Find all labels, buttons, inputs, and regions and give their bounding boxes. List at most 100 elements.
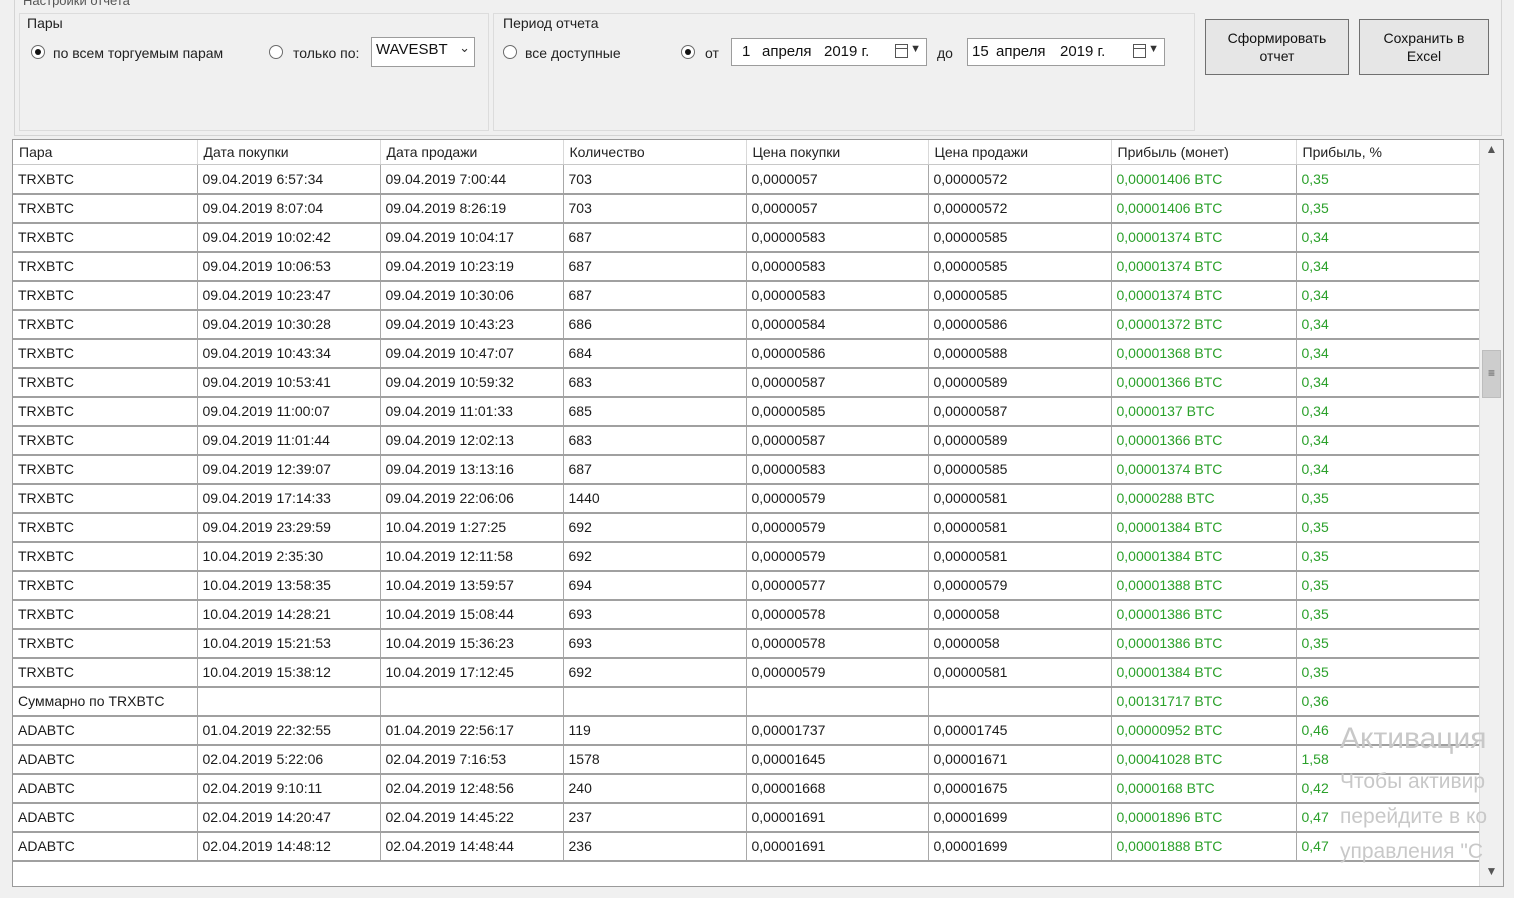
table-cell[interactable]: 0,00000572 <box>928 164 1112 195</box>
table-cell[interactable]: 0,00000588 <box>928 338 1112 369</box>
table-cell[interactable]: 0,00000587 <box>746 425 929 456</box>
table-cell[interactable]: 0,00000578 <box>746 628 929 659</box>
table-cell[interactable]: TRXBTC <box>13 309 198 340</box>
table-row[interactable]: ADABTC 01.04.2019 22:32:55 01.04.2019 22:5… <box>13 715 1480 746</box>
table-cell[interactable]: 0,00000586 <box>746 338 929 369</box>
table-cell[interactable]: TRXBTC <box>13 657 198 688</box>
table-row[interactable]: TRXBTC 09.04.2019 8:07:04 09.04.2019 8:26:… <box>13 193 1480 224</box>
table-cell[interactable]: 10.04.2019 13:59:57 <box>380 570 564 601</box>
table-cell[interactable]: 683 <box>563 367 747 398</box>
table-cell[interactable]: 09.04.2019 10:06:53 <box>197 251 381 282</box>
table-cell[interactable]: TRXBTC <box>13 454 198 485</box>
report-grid[interactable]: Пара Дата покупки Дата продажи Количеств… <box>12 139 1504 887</box>
table-cell[interactable]: 0,00000583 <box>746 280 929 311</box>
table-cell[interactable]: ADABTC <box>13 773 198 804</box>
table-cell[interactable]: TRXBTC <box>13 628 198 659</box>
table-cell[interactable]: 0,0000137 BTC <box>1111 396 1297 427</box>
table-row[interactable]: TRXBTC 09.04.2019 10:06:53 09.04.2019 10:2… <box>13 251 1480 282</box>
table-cell[interactable]: 09.04.2019 10:23:47 <box>197 280 381 311</box>
table-cell[interactable]: 0,34 <box>1296 396 1480 427</box>
table-cell[interactable]: 0,00000589 <box>928 367 1112 398</box>
table-cell[interactable]: 0,00001368 BTC <box>1111 338 1297 369</box>
table-cell[interactable]: 692 <box>563 541 747 572</box>
table-cell[interactable]: 0,00001366 BTC <box>1111 367 1297 398</box>
table-cell[interactable]: 692 <box>563 512 747 543</box>
table-cell[interactable]: 0,00001386 BTC <box>1111 628 1297 659</box>
table-cell[interactable]: 1578 <box>563 744 747 775</box>
table-cell[interactable]: 10.04.2019 1:27:25 <box>380 512 564 543</box>
table-cell[interactable]: 0,00000581 <box>928 512 1112 543</box>
table-cell[interactable]: 0,34 <box>1296 251 1480 282</box>
scroll-up-icon[interactable]: ▲ <box>1480 142 1503 162</box>
table-row[interactable]: TRXBTC 09.04.2019 23:29:59 10.04.2019 1:27… <box>13 512 1480 543</box>
table-cell[interactable]: 0,00000581 <box>928 541 1112 572</box>
radio-all-pairs-label[interactable]: по всем торгуемым парам <box>53 45 223 61</box>
table-cell[interactable]: 09.04.2019 10:47:07 <box>380 338 564 369</box>
table-cell[interactable]: 0,00000589 <box>928 425 1112 456</box>
table-cell[interactable]: 09.04.2019 10:43:23 <box>380 309 564 340</box>
table-cell[interactable]: TRXBTC <box>13 164 198 195</box>
table-row[interactable]: ADABTC 02.04.2019 14:48:12 02.04.2019 14:4… <box>13 831 1480 862</box>
table-cell[interactable]: 0,00001671 <box>928 744 1112 775</box>
save-excel-button[interactable]: Сохранить в Excel <box>1359 19 1489 75</box>
table-cell[interactable]: 0,00000586 <box>928 309 1112 340</box>
table-cell[interactable]: 0,35 <box>1296 570 1480 601</box>
table-row[interactable]: TRXBTC 10.04.2019 14:28:21 10.04.2019 15:0… <box>13 599 1480 630</box>
table-cell[interactable]: 684 <box>563 338 747 369</box>
table-cell[interactable]: 10.04.2019 15:36:23 <box>380 628 564 659</box>
table-cell[interactable]: 01.04.2019 22:56:17 <box>380 715 564 746</box>
table-cell[interactable]: 0,35 <box>1296 541 1480 572</box>
table-cell[interactable]: 09.04.2019 10:59:32 <box>380 367 564 398</box>
table-cell[interactable]: ADABTC <box>13 744 198 775</box>
table-row[interactable]: TRXBTC 09.04.2019 10:23:47 09.04.2019 10:3… <box>13 280 1480 311</box>
table-cell[interactable]: 694 <box>563 570 747 601</box>
table-cell[interactable]: 02.04.2019 5:22:06 <box>197 744 381 775</box>
table-cell[interactable]: 09.04.2019 10:30:06 <box>380 280 564 311</box>
calendar-icon[interactable] <box>1133 44 1146 58</box>
table-cell[interactable]: 683 <box>563 425 747 456</box>
table-cell[interactable]: 0,00001406 BTC <box>1111 193 1297 224</box>
table-cell[interactable]: 09.04.2019 10:02:42 <box>197 222 381 253</box>
radio-all-pairs[interactable] <box>31 45 45 59</box>
scroll-down-icon[interactable]: ▼ <box>1480 864 1503 884</box>
table-cell[interactable]: 02.04.2019 14:45:22 <box>380 802 564 833</box>
table-cell[interactable]: 0,35 <box>1296 164 1480 195</box>
table-cell[interactable]: 0,00000577 <box>746 570 929 601</box>
table-cell[interactable]: 02.04.2019 14:20:47 <box>197 802 381 833</box>
table-cell[interactable]: 0,34 <box>1296 222 1480 253</box>
table-cell[interactable]: TRXBTC <box>13 251 198 282</box>
table-cell[interactable]: 0,00001372 BTC <box>1111 309 1297 340</box>
table-cell[interactable]: 0,35 <box>1296 657 1480 688</box>
table-cell[interactable]: 0,34 <box>1296 454 1480 485</box>
table-cell[interactable]: 0,00000579 <box>746 483 929 514</box>
table-cell[interactable]: 0,35 <box>1296 483 1480 514</box>
table-cell[interactable]: 09.04.2019 11:00:07 <box>197 396 381 427</box>
table-cell[interactable]: 0,00001699 <box>928 802 1112 833</box>
table-cell[interactable]: 0,0000058 <box>928 628 1112 659</box>
dropdown-arrow-icon[interactable]: ▼ <box>910 43 921 55</box>
table-cell[interactable]: 703 <box>563 193 747 224</box>
table-cell[interactable]: 0,0000288 BTC <box>1111 483 1297 514</box>
table-cell[interactable]: 0,00000579 <box>928 570 1112 601</box>
table-cell[interactable]: 09.04.2019 10:43:34 <box>197 338 381 369</box>
table-cell[interactable]: TRXBTC <box>13 541 198 572</box>
radio-only-pair-label[interactable]: только по: <box>293 45 359 61</box>
table-cell[interactable]: 0,34 <box>1296 425 1480 456</box>
table-cell[interactable]: 02.04.2019 14:48:44 <box>380 831 564 862</box>
radio-all-period[interactable] <box>503 45 517 59</box>
table-cell[interactable]: 10.04.2019 2:35:30 <box>197 541 381 572</box>
radio-all-period-label[interactable]: все доступные <box>525 45 621 61</box>
table-cell[interactable]: 0,35 <box>1296 193 1480 224</box>
calendar-icon[interactable] <box>895 44 908 58</box>
generate-report-button[interactable]: Сформировать отчет <box>1205 19 1349 75</box>
table-cell[interactable]: 0,00001374 BTC <box>1111 251 1297 282</box>
column-header[interactable]: Цена покупки <box>746 140 929 165</box>
table-cell[interactable]: 0,00001645 <box>746 744 929 775</box>
table-cell[interactable]: 693 <box>563 599 747 630</box>
table-cell[interactable]: 1440 <box>563 483 747 514</box>
table-row[interactable]: TRXBTC 09.04.2019 10:53:41 09.04.2019 10:5… <box>13 367 1480 398</box>
table-cell[interactable]: 10.04.2019 15:38:12 <box>197 657 381 688</box>
table-cell[interactable]: TRXBTC <box>13 570 198 601</box>
table-cell[interactable]: TRXBTC <box>13 396 198 427</box>
table-cell[interactable]: 0,34 <box>1296 367 1480 398</box>
